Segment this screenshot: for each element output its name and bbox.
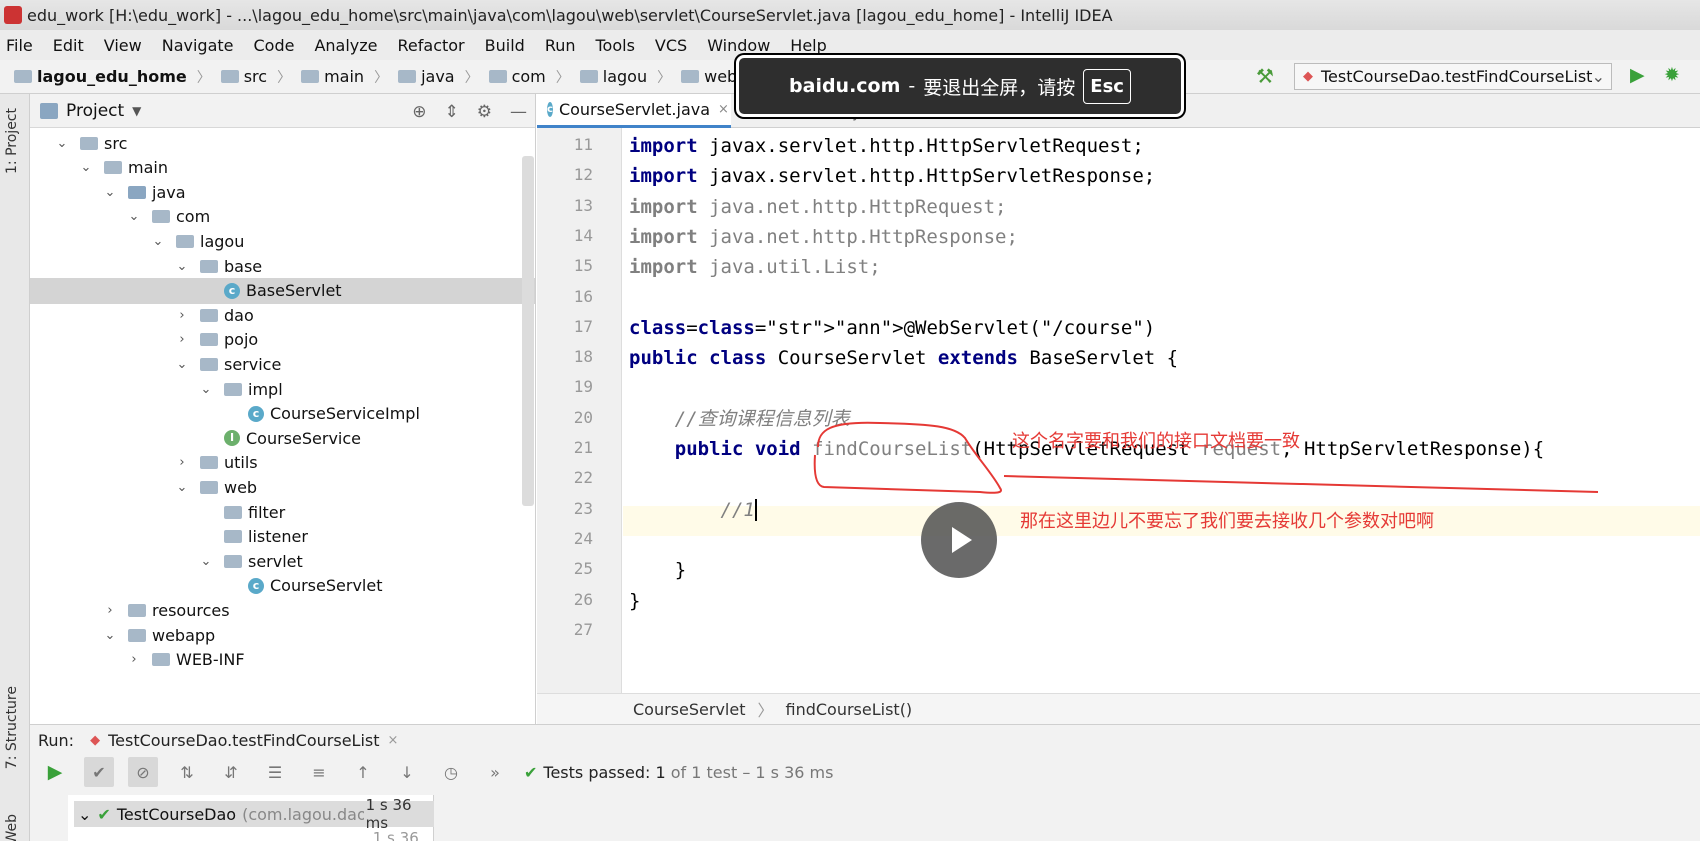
- show-passed-icon[interactable]: ✔: [84, 757, 114, 787]
- breadcrumb-class[interactable]: CourseServlet: [633, 700, 745, 719]
- annotation-note-params: 那在这里边儿不要忘了我们要去接收几个参数对吧啊: [1020, 511, 1434, 532]
- test-status: ✔ Tests passed: 1 of 1 test – 1 s 36 ms: [524, 762, 834, 782]
- test-results-tree: ⌄ ✔ TestCourseDao (com.lagou.dao 1 s 36 …: [68, 795, 434, 841]
- run-toolbar: ▶ ✔ ⊘ ⇅ ⇵ ☰ ≡ ↑ ↓ ◷ » ✔ Tests passed: 1 …: [30, 755, 1700, 789]
- chevron-down-icon[interactable]: ⌄: [78, 805, 91, 824]
- sort-duration-icon[interactable]: ⇵: [216, 757, 246, 787]
- check-icon: ✔: [524, 762, 538, 782]
- more-icon[interactable]: »: [480, 757, 510, 787]
- run-label: Run:: [38, 730, 75, 750]
- editor-breadcrumb: CourseServlet 〉 findCourseList(): [537, 693, 1700, 724]
- close-icon[interactable]: ×: [388, 733, 399, 748]
- check-icon: ✔: [124, 838, 137, 841]
- notice-site: baidu.com: [789, 75, 901, 97]
- check-icon: ✔: [97, 804, 111, 824]
- notice-message: 要退出全屏，请按: [923, 76, 1076, 99]
- expand-all-icon[interactable]: ☰: [260, 757, 290, 787]
- previous-test-icon[interactable]: ↑: [348, 757, 378, 787]
- esc-key[interactable]: Esc: [1083, 68, 1131, 104]
- fullscreen-notice: baidu.com - 要退出全屏，请按 Esc: [736, 55, 1184, 117]
- sort-alpha-icon[interactable]: ⇅: [172, 757, 202, 787]
- breadcrumb-method[interactable]: findCourseList(): [785, 700, 912, 719]
- rerun-icon[interactable]: ▶: [40, 757, 70, 787]
- test-class-row[interactable]: ⌄ ✔ TestCourseDao (com.lagou.dao 1 s 36 …: [74, 796, 434, 832]
- run-tab[interactable]: ◆ TestCourseDao.testFindCourseList ×: [90, 731, 398, 750]
- chevron-right-icon: 〉: [757, 701, 774, 720]
- run-panel: Run: ◆ TestCourseDao.testFindCourseList …: [30, 724, 1700, 841]
- test-config-icon: ◆: [90, 732, 101, 748]
- collapse-all-icon[interactable]: ≡: [304, 757, 334, 787]
- video-play-icon[interactable]: [921, 502, 997, 578]
- annotation-note-name: 这个名字要和我们的接口文档要一致: [1012, 431, 1300, 452]
- history-icon[interactable]: ◷: [436, 757, 466, 787]
- show-ignored-icon[interactable]: ⊘: [128, 757, 158, 787]
- test-method-row[interactable]: ✔ testFindCourseList 1 s 36 ms: [124, 829, 433, 841]
- run-panel-header: Run: ◆ TestCourseDao.testFindCourseList …: [30, 725, 1700, 755]
- next-test-icon[interactable]: ↓: [392, 757, 422, 787]
